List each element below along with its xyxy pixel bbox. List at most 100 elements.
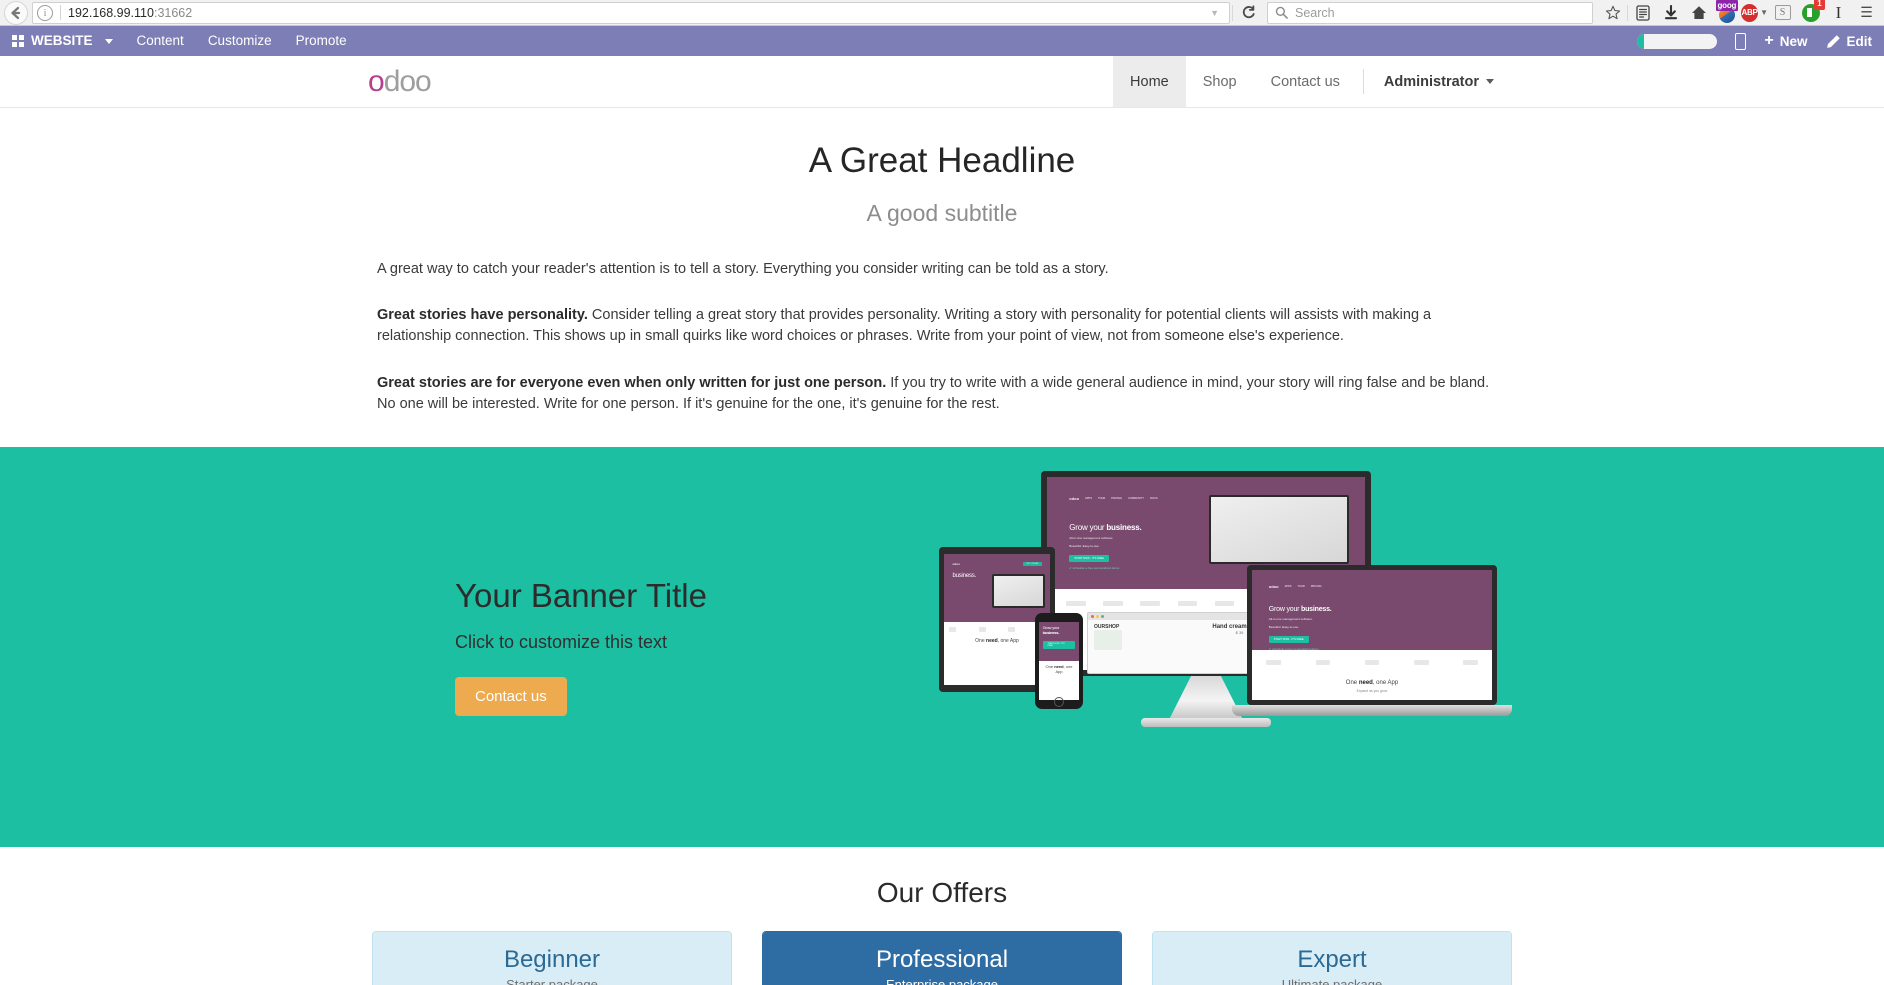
mockup-laptop-sub2: Beautiful. Easy-to-use. [1268, 625, 1299, 630]
m-l2-b: need [1358, 679, 1373, 686]
chevron-down-icon [1486, 79, 1494, 84]
mockup-monitor-stand [1169, 675, 1243, 720]
search-icon [1275, 6, 1288, 19]
mockup-headline-bold: business. [1106, 522, 1142, 532]
mockup-shop-window: OURSHOP Hand cream $ 39 [1087, 611, 1267, 674]
nav-link-home[interactable]: Home [1113, 56, 1186, 107]
pencil-icon [1826, 34, 1840, 48]
page-headline: A Great Headline [808, 141, 1076, 180]
new-button[interactable]: + New [1764, 33, 1807, 49]
google-extension-icon[interactable]: goog [1713, 0, 1740, 25]
mockup-laptop-need: One need, one App Expand as you grow [1266, 680, 1477, 693]
toolbar-divider [1627, 4, 1628, 21]
offers-section: Our Offers Beginner Starter package $ 35… [0, 846, 1884, 985]
mockup-laptop-nav-tour: TOUR [1297, 585, 1305, 589]
downloads-icon[interactable] [1657, 1, 1684, 25]
pricing-card-professional[interactable]: Professional Enterprise package $ 65 .00 [762, 930, 1122, 985]
mockup-laptop-nav-apps: APPS [1284, 585, 1292, 589]
url-separator [60, 5, 61, 20]
banner-subtitle: Click to customize this text [455, 631, 668, 652]
screenshot-extension-label: S [1774, 5, 1791, 20]
reading-list-icon[interactable] [1629, 1, 1656, 25]
pricing-card-title: Expert [1297, 945, 1367, 973]
paragraph-3-lead: Great stories are for everyone even when… [377, 374, 887, 391]
mockup-nav-pricing: PRICING [1111, 496, 1123, 500]
edit-button[interactable]: Edit [1826, 34, 1872, 49]
green-extension-icon[interactable]: 1 [1797, 0, 1825, 25]
browser-menu-icon[interactable]: ☰ [1853, 1, 1880, 25]
bookmark-star-icon[interactable] [1599, 1, 1626, 25]
pricing-card-expert[interactable]: Expert Ultimate package $ 125 .00 [1152, 930, 1512, 985]
banner-text-block: Your Banner Title Click to customize thi… [377, 576, 797, 716]
browser-toolbar-icons: goog ABP ▼ S 1 I ☰ [1599, 0, 1880, 25]
banner-contact-us-button[interactable]: Contact us [455, 676, 567, 716]
search-input[interactable]: Search [1267, 1, 1593, 24]
nav-link-contact-us[interactable]: Contact us [1254, 56, 1357, 107]
mockup-laptop: odoo APPS TOUR PRICING Grow your business. … [1247, 564, 1497, 705]
mockup-nav-community: COMMUNITY [1128, 496, 1145, 500]
mockup-laptop-nav-pricing: PRICING [1310, 585, 1322, 589]
hero-section: A Great Headline A good subtitle A great… [377, 108, 1507, 416]
website-navbar: o doo Home Shop Contact us Administrator [0, 56, 1884, 108]
new-button-label: New [1779, 33, 1808, 49]
back-arrow-icon[interactable] [4, 0, 28, 25]
editor-bar-right: + New Edit [1637, 32, 1872, 50]
mockup-brand: odoo [1069, 495, 1080, 501]
adblock-plus-icon[interactable]: ABP ▼ [1741, 1, 1768, 25]
menu-promote[interactable]: Promote [284, 26, 359, 56]
logo-first-letter: o [368, 64, 385, 98]
url-host: 192.168.99.110 [68, 5, 154, 20]
google-extension-label: goog [1715, 0, 1739, 11]
odoo-logo[interactable]: o doo [0, 56, 432, 107]
mockup-shop-brand: OURSHOP [1094, 623, 1120, 630]
editor-bar-left: WEBSITE Content Customize Promote [6, 26, 359, 56]
menu-content[interactable]: Content [125, 26, 196, 56]
pricing-card-beginner[interactable]: Beginner Starter package $ 35 .00 [372, 930, 732, 985]
mockup-laptop-sub1: All-in-one management software. [1268, 616, 1313, 621]
mockup-laptop-headline: Grow your business. [1269, 606, 1475, 613]
nav-link-shop[interactable]: Shop [1186, 56, 1254, 107]
mockup-laptop-note: ✔ schedule a free personalized demo [1268, 646, 1319, 651]
info-icon[interactable]: i [37, 4, 53, 21]
m-l2-e: Expand as you grow [1356, 688, 1388, 693]
screenshot-extension-icon[interactable]: S [1769, 1, 1796, 25]
mockup-nav-apps: APPS [1085, 496, 1092, 500]
italic-extension-icon[interactable]: I [1825, 1, 1852, 25]
mobile-preview-icon[interactable] [1735, 32, 1747, 50]
nav-divider [1362, 69, 1364, 94]
address-bar[interactable]: i 192.168.99.110:31662 ▼ [32, 1, 1230, 24]
mockup-phone: Grow your business. START NOW - IT'S FRE… [1035, 612, 1083, 709]
pricing-card-title: Beginner [503, 945, 601, 973]
reload-icon[interactable] [1235, 2, 1261, 24]
home-icon[interactable] [1685, 1, 1712, 25]
mockup-tablet-brand: odoo [952, 562, 960, 567]
pricing-card-subtitle: Starter package [506, 976, 598, 985]
mockup-monitor-base [1141, 717, 1271, 727]
mockup-tablet-cta: TRY IT FREE [1023, 562, 1042, 567]
paragraph-3: Great stories are for everyone even when… [377, 373, 1507, 416]
pricing-card-header: Professional Enterprise package [763, 931, 1121, 985]
mockup-product-image [1094, 629, 1122, 650]
mockup-laptop-base [1232, 704, 1512, 716]
app-switcher-website[interactable]: WEBSITE [6, 26, 125, 56]
adblock-plus-badge: ABP [1741, 3, 1759, 22]
odoo-devices-mockup-image: odoo APPS TOUR PRICING COMMUNITY DOCS ST… [937, 447, 1512, 757]
mockup-phone-headline: Grow your business. [1043, 625, 1076, 635]
url-port: :31662 [153, 5, 193, 20]
mockup-phone-need: One need, one App [1042, 664, 1076, 674]
chevron-down-icon[interactable]: ▼ [1760, 8, 1768, 17]
pricing-cards: Beginner Starter package $ 35 .00 Profes… [372, 930, 1512, 985]
user-menu[interactable]: Administrator [1370, 56, 1508, 107]
mockup-nav-tour: TOUR [1097, 496, 1106, 500]
banner-inner: Your Banner Title Click to customize thi… [377, 447, 1512, 847]
paragraph-2-lead: Great stories have personality. [377, 306, 588, 323]
menu-customize[interactable]: Customize [196, 26, 284, 56]
m-t-l2: , one App [997, 637, 1019, 644]
page-progress-bar[interactable] [1637, 33, 1718, 49]
app-grid-icon [12, 35, 24, 47]
mockup-tablet-inner-laptop [991, 574, 1045, 609]
chevron-down-icon[interactable]: ▼ [1210, 8, 1219, 18]
mockup-headline-light: Grow your [1069, 522, 1107, 532]
banner-section: Your Banner Title Click to customize thi… [0, 446, 1884, 847]
banner-title: Your Banner Title [455, 576, 707, 614]
